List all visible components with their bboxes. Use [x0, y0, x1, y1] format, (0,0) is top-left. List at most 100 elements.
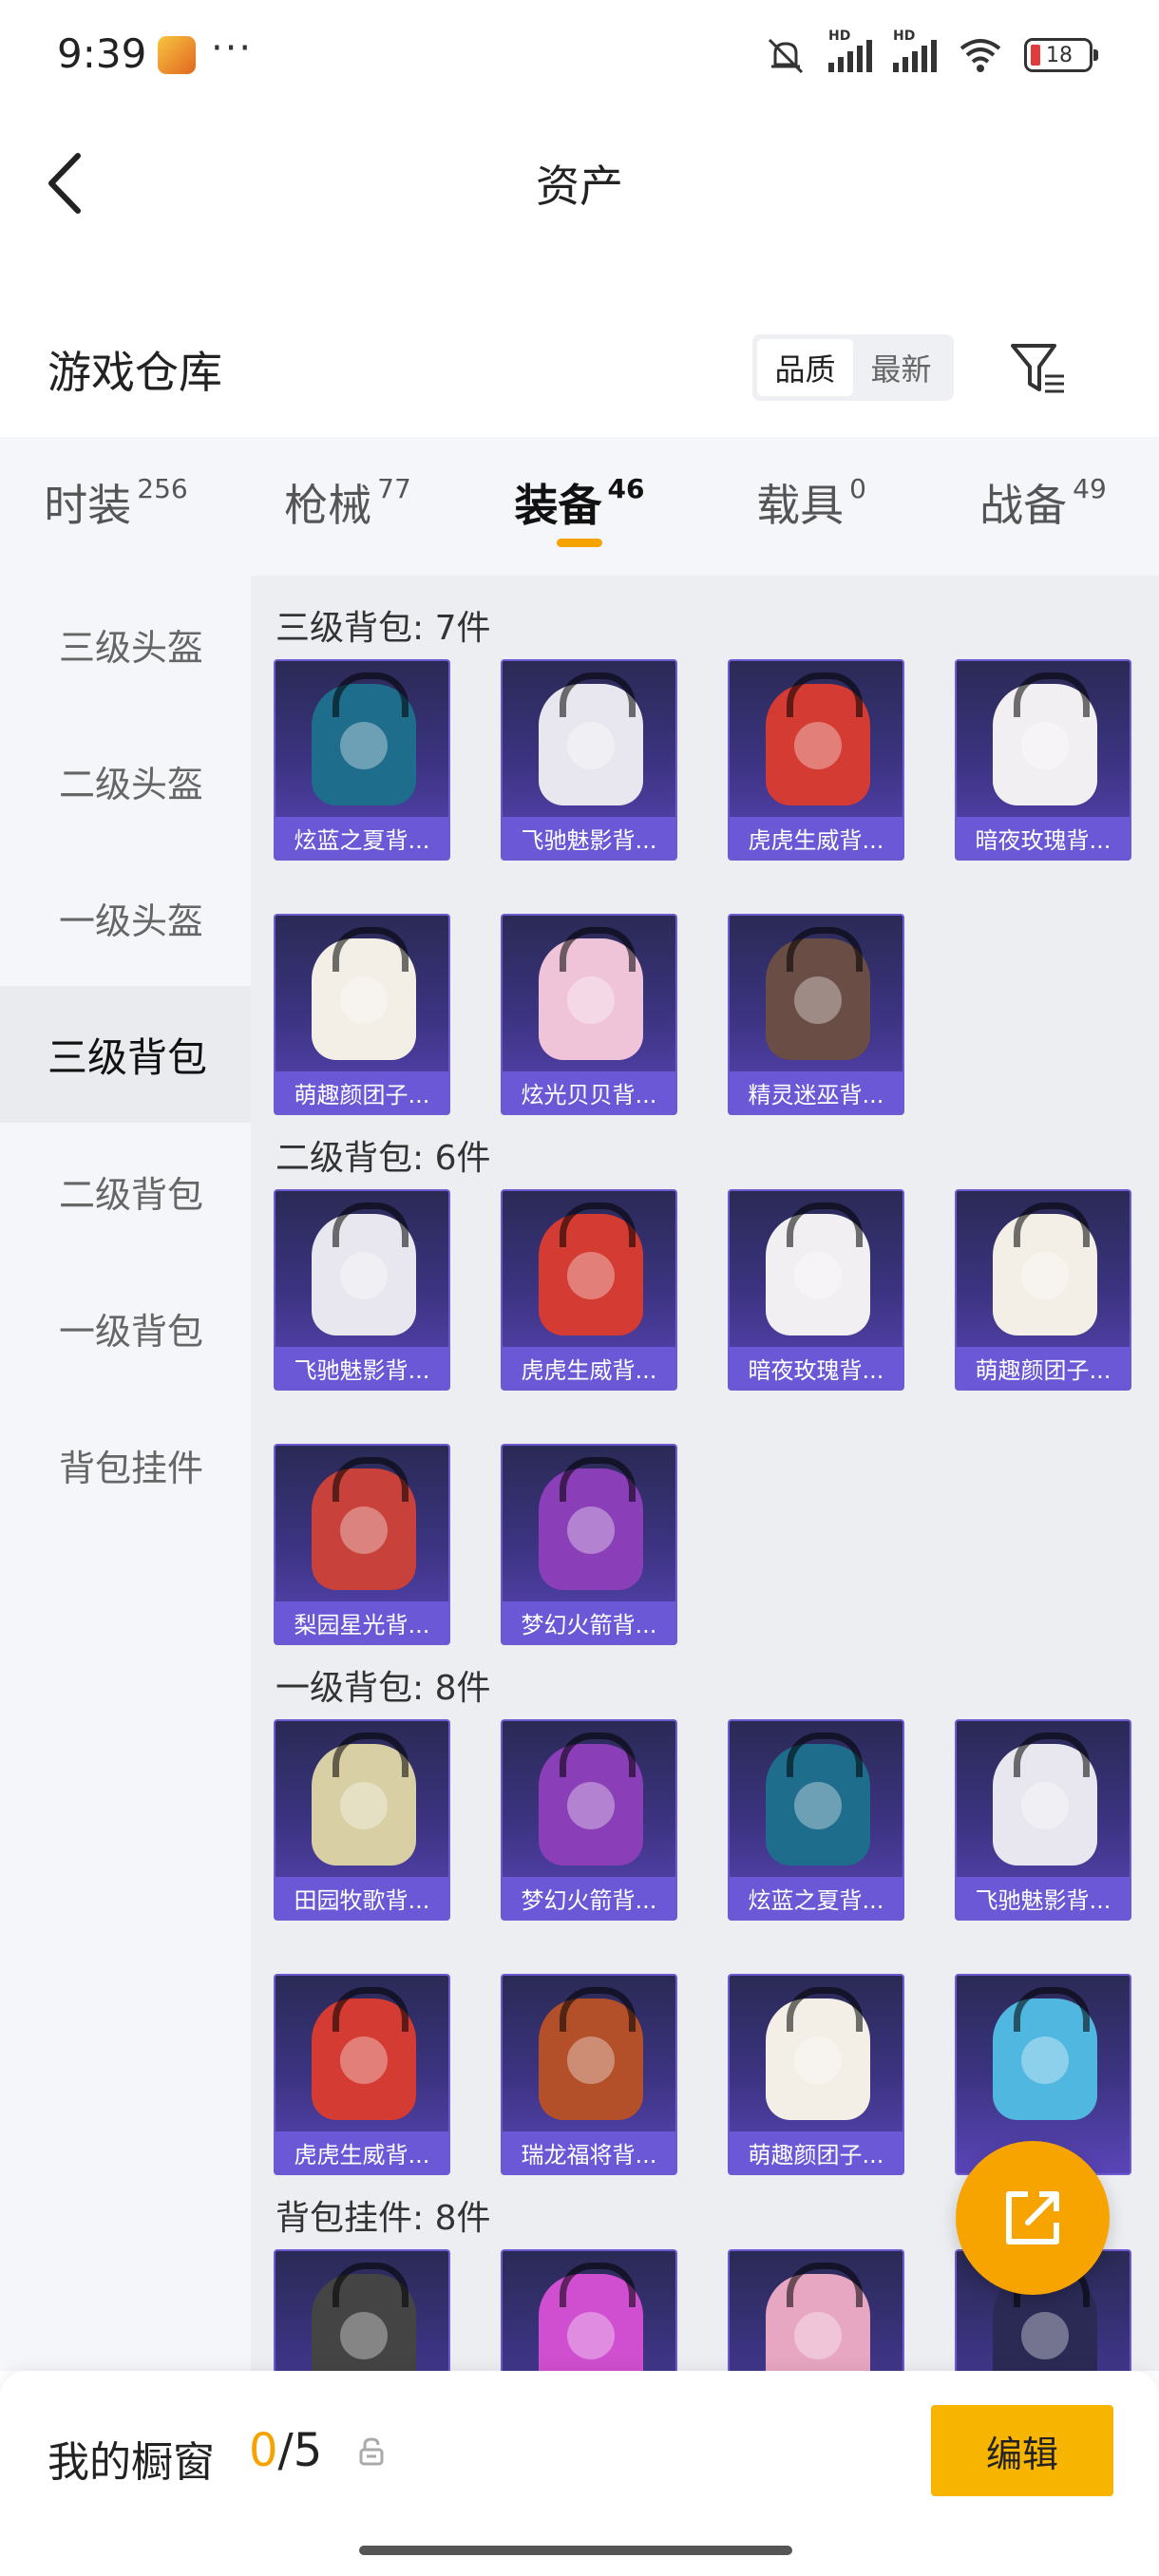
item-name: 梦幻火箭背...: [503, 1877, 675, 1919]
backpack-image: [766, 1733, 870, 1866]
backpack-image: [312, 2263, 416, 2371]
tab-item[interactable]: 装备 46: [464, 437, 695, 576]
item-name: 梨园星光背...: [276, 1601, 448, 1643]
sidebar-item[interactable]: 一级头盔: [0, 849, 251, 986]
sidebar-item[interactable]: 背包挂件: [0, 1396, 251, 1533]
sidebar-item[interactable]: 二级头盔: [0, 712, 251, 849]
backpack-image: [993, 1987, 1097, 2120]
backpack-image: [312, 672, 416, 805]
backpack-image: [993, 1203, 1097, 1335]
item-name: 梦幻火箭背...: [503, 1601, 675, 1643]
section-title: 一级背包: 8件: [276, 1669, 491, 1708]
sidebar-item[interactable]: 三级背包: [0, 986, 251, 1123]
item-card[interactable]: [274, 2249, 450, 2371]
item-card[interactable]: 瑞龙福将背...: [501, 1974, 677, 2175]
item-card[interactable]: 萌趣颜团子...: [274, 914, 450, 1115]
tab-item[interactable]: 战备 49: [927, 437, 1159, 576]
item-card[interactable]: 萌趣颜团子...: [728, 1974, 904, 2175]
item-card[interactable]: 暗夜玫瑰背...: [955, 659, 1131, 861]
tab-count: 49: [1073, 473, 1107, 504]
item-card[interactable]: 虎虎生威背...: [501, 1189, 677, 1391]
item-name: 萌趣颜团子...: [730, 2131, 902, 2173]
item-name: 炫光贝贝背...: [503, 1071, 675, 1113]
item-card[interactable]: 暗夜玫瑰背...: [728, 1189, 904, 1391]
sort-newest[interactable]: 最新: [853, 339, 949, 396]
sidebar-item[interactable]: 一级背包: [0, 1260, 251, 1396]
item-name: 萌趣颜团子...: [276, 1071, 448, 1113]
sidebar: 三级头盔 二级头盔 一级头盔 三级背包 二级背包 一级背包 背包挂件: [0, 576, 251, 2371]
item-card[interactable]: 田园牧歌背...: [274, 1719, 450, 1921]
category-tabs: 时装 256 枪械 77 装备 46 载具 0 战备 49: [0, 437, 1159, 576]
sidebar-item[interactable]: 三级头盔: [0, 576, 251, 712]
showcase-count: 0/5: [249, 2424, 322, 2477]
showcase-max: 5: [293, 2424, 323, 2477]
tab-label: 装备: [514, 480, 602, 531]
item-card[interactable]: [501, 2249, 677, 2371]
signal-1-icon: HD: [828, 28, 872, 72]
backpack-image: [312, 1987, 416, 2120]
item-card[interactable]: [728, 2249, 904, 2371]
item-card[interactable]: 虎虎生威背...: [274, 1974, 450, 2175]
item-card[interactable]: 精灵迷巫背...: [728, 914, 904, 1115]
edit-button[interactable]: 编辑: [931, 2405, 1113, 2496]
backpack-image: [539, 927, 643, 1060]
backpack-image: [312, 1733, 416, 1866]
item-card[interactable]: 炫蓝之夏背...: [728, 1719, 904, 1921]
backpack-image: [766, 2263, 870, 2371]
backpack-image: [312, 1203, 416, 1335]
battery-icon: 18: [1024, 38, 1098, 72]
wifi-icon: [960, 39, 1001, 72]
backpack-image: [766, 672, 870, 805]
item-card[interactable]: 炫光贝贝背...: [501, 914, 677, 1115]
warehouse-title: 游戏仓库: [48, 347, 222, 398]
backpack-image: [539, 1203, 643, 1335]
section-title: 二级背包: 6件: [276, 1139, 491, 1178]
item-name: 暗夜玫瑰背...: [957, 817, 1130, 859]
tab-item[interactable]: 载具 0: [695, 437, 927, 576]
tab-count: 77: [377, 473, 411, 504]
backpack-image: [993, 672, 1097, 805]
item-card[interactable]: 虎虎生威背...: [728, 659, 904, 861]
tab-item[interactable]: 枪械 77: [232, 437, 464, 576]
backpack-image: [766, 927, 870, 1060]
share-fab[interactable]: [956, 2141, 1110, 2295]
item-name: 虎虎生威背...: [730, 817, 902, 859]
item-card[interactable]: 炫蓝之夏背...: [274, 659, 450, 861]
section-title: 背包挂件: 8件: [276, 2199, 491, 2238]
item-name: 瑞龙福将背...: [503, 2131, 675, 2173]
tab-label: 战备: [979, 480, 1068, 531]
mute-icon: [768, 38, 804, 74]
item-card[interactable]: 梦幻火箭背...: [501, 1719, 677, 1921]
item-card[interactable]: 飞驰魅影背...: [274, 1189, 450, 1391]
sidebar-item[interactable]: 二级背包: [0, 1123, 251, 1260]
status-icons: HD HD 18: [764, 28, 1098, 74]
home-indicator[interactable]: [359, 2546, 792, 2555]
game-app-icon: [158, 36, 196, 74]
more-notifications-icon: ···: [211, 27, 254, 70]
item-name: 炫蓝之夏背...: [730, 1877, 902, 1919]
status-bar: 9:39 ··· HD HD 18: [0, 0, 1159, 112]
backpack-image: [766, 1987, 870, 2120]
status-time: 9:39: [57, 30, 147, 77]
signal-2-icon: HD: [893, 28, 937, 72]
item-card[interactable]: 飞驰魅影背...: [955, 1719, 1131, 1921]
filter-icon[interactable]: [1007, 338, 1068, 399]
backpack-image: [312, 927, 416, 1060]
item-card[interactable]: 梦幻火箭背...: [501, 1444, 677, 1645]
lock-icon: [359, 2437, 384, 2466]
tab-label: 时装: [44, 480, 132, 531]
item-card[interactable]: 梨园星光背...: [274, 1444, 450, 1645]
item-card[interactable]: 飞驰魅影背...: [501, 659, 677, 861]
item-name: 炫蓝之夏背...: [276, 817, 448, 859]
backpack-image: [539, 1457, 643, 1590]
item-name: 精灵迷巫背...: [730, 1071, 902, 1113]
item-name: 飞驰魅影背...: [276, 1347, 448, 1389]
backpack-image: [539, 1987, 643, 2120]
tab-item[interactable]: 时装 256: [0, 437, 232, 576]
tab-count: 46: [607, 473, 645, 504]
tab-label: 枪械: [284, 480, 372, 531]
item-card[interactable]: 萌趣颜团子...: [955, 1189, 1131, 1391]
showcase-sep: /: [277, 2424, 294, 2477]
backpack-image: [993, 1733, 1097, 1866]
sort-quality[interactable]: 品质: [757, 339, 853, 396]
